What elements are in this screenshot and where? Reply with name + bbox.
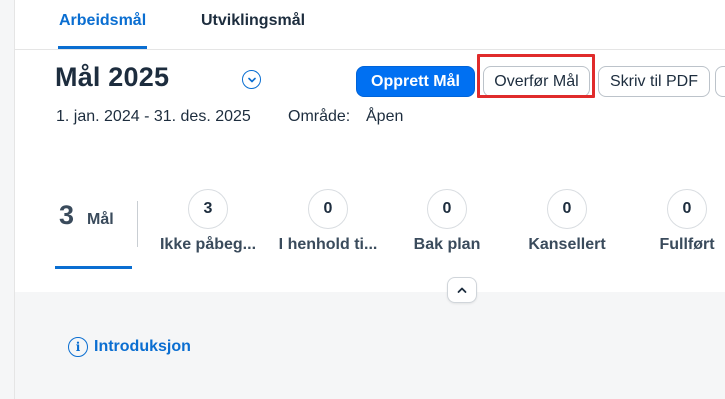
more-actions-button[interactable] [715,66,725,97]
status-label: Kansellert [528,236,606,253]
status-count: 3 [188,189,228,229]
goal-count-label: Mål [87,211,114,228]
area-label: Område: [288,108,351,125]
status-label: Fullført [659,236,715,253]
tab-bar: Arbeidsmål Utviklingsmål [15,0,725,50]
status-count: 0 [427,189,467,229]
transfer-goal-button[interactable]: Overfør Mål [483,66,590,97]
area-value: Åpen [366,108,404,125]
divider [137,201,138,247]
collapse-header-button[interactable] [447,277,477,303]
status-count: 0 [547,189,587,229]
info-icon: i [68,337,88,357]
create-goal-button[interactable]: Opprett Mål [356,66,475,97]
status-label: Bak plan [413,236,481,253]
introduction-link[interactable]: i Introduksjon [68,337,191,357]
status-count: 0 [308,189,348,229]
write-pdf-button[interactable]: Skriv til PDF [598,66,710,97]
page-title: Mål 2025 [55,62,170,92]
selected-indicator [55,266,132,269]
status-count: 0 [667,189,707,229]
left-rail [0,0,15,399]
date-range: 1. jan. 2024 - 31. des. 2025 [56,108,251,125]
chevron-up-icon [457,287,467,293]
tab-utviklingsmal[interactable]: Utviklingsmål [201,12,305,30]
goal-count-number: 3 [59,200,75,230]
tab-arbeidsmal[interactable]: Arbeidsmål [57,12,148,49]
introduction-label: Introduksjon [94,338,191,355]
page-header: Arbeidsmål Utviklingsmål Mål 2025 1. jan… [15,0,725,292]
status-label: Ikke påbeg... [159,236,257,253]
status-label: I henhold ti... [278,236,378,253]
chevron-down-icon[interactable] [242,70,261,89]
